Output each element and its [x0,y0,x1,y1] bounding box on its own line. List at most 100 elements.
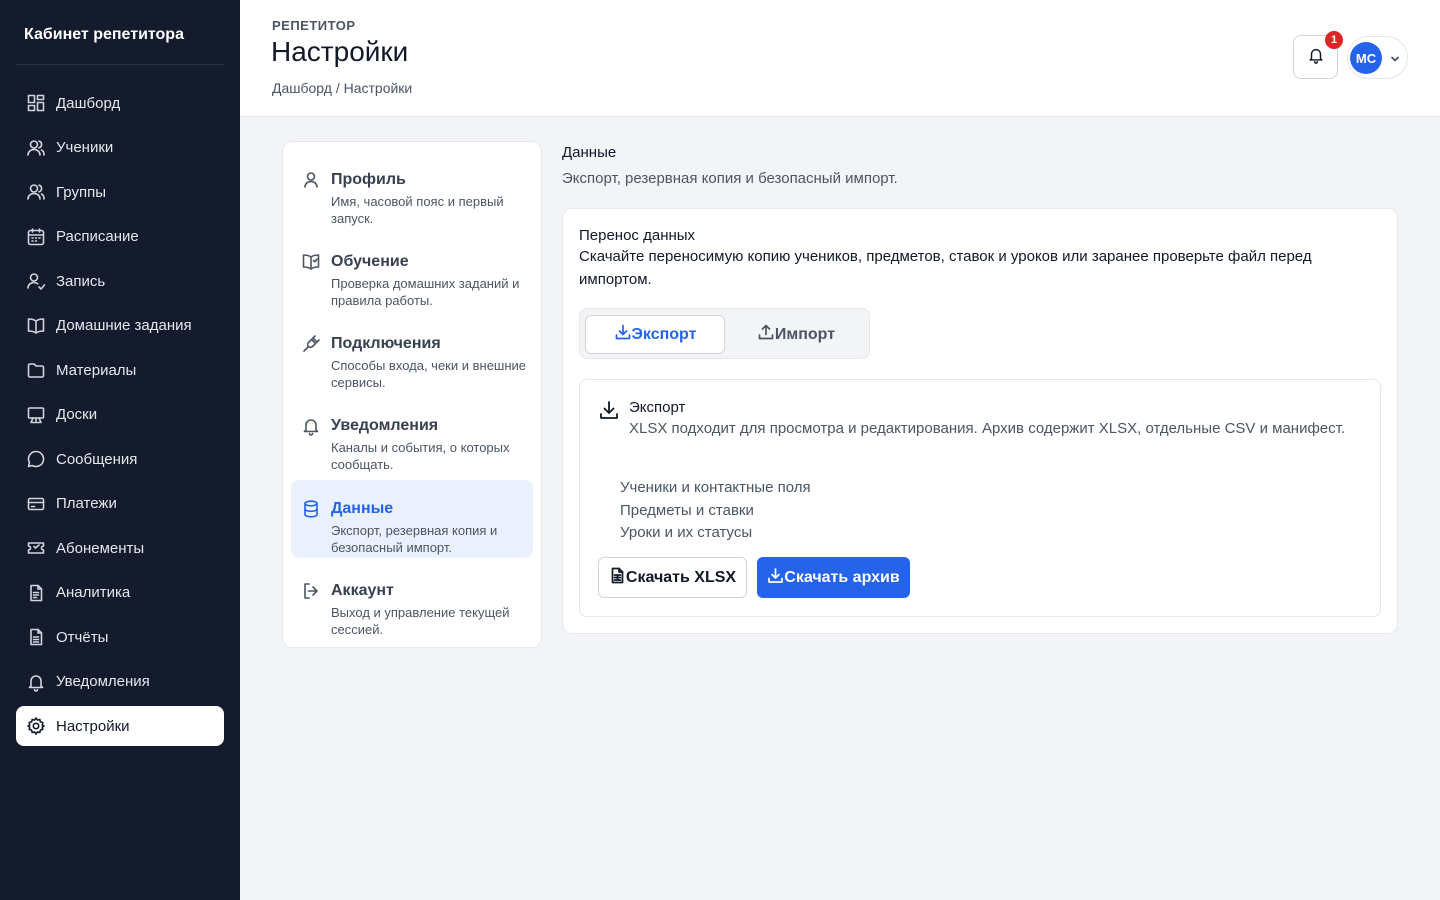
sidebar-item-subscriptions[interactable]: Абонементы [16,528,224,568]
board-icon [26,405,46,425]
sidebar-item-label: Отчёты [56,628,109,646]
settings-item-profile[interactable]: Профиль Имя, часовой пояс и первый запус… [291,151,533,229]
settings-item-desc: Каналы и события, о которых сообщать. [331,440,510,472]
card-desc: Скачайте переносимую копию учеников, пре… [579,248,1312,288]
sidebar-item-settings[interactable]: Настройки [16,706,224,746]
sidebar-item-messages[interactable]: Сообщения [16,439,224,479]
settings-item-title: Подключения [331,335,441,352]
settings-item-data[interactable]: Данные Экспорт, резервная копия и безопа… [291,480,533,558]
list-item: Уроки и их статусы [620,524,753,541]
sidebar-item-reports[interactable]: Отчёты [16,617,224,657]
download-archive-button[interactable]: Скачать архив [757,557,910,598]
data-transfer-card: Перенос данных Скачайте переносимую копи… [562,208,1398,634]
settings-item-learning[interactable]: Обучение Проверка домашних заданий и пра… [291,233,533,311]
download-icon [598,399,620,421]
sidebar-item-homework[interactable]: Домашние задания [16,306,224,346]
sidebar-item-dashboard[interactable]: Дашборд [16,83,224,123]
section-desc: Экспорт, резервная копия и безопасный им… [562,170,898,187]
sidebar-item-label: Дашборд [56,94,121,112]
export-import-toggle: Экспорт Импорт [579,308,870,359]
ticket-icon [26,538,46,558]
settings-item-title: Данные [331,500,394,517]
sidebar: Кабинет репетитора Дашборд Ученики Групп… [0,0,240,900]
settings-item-desc: Способы входа, чеки и внешние сервисы. [331,358,527,390]
gear-icon [26,716,46,736]
sidebar-item-notifications[interactable]: Уведомления [16,662,224,702]
sidebar-item-label: Аналитика [56,584,131,601]
sidebar-item-booking[interactable]: Запись [16,261,224,301]
settings-item-notifications[interactable]: Уведомления Каналы и события, о которых … [291,397,533,475]
settings-item-connections[interactable]: Подключения Способы входа, чеки и внешни… [291,315,533,393]
sidebar-item-groups[interactable]: Группы [16,172,224,212]
settings-item-desc: Проверка домашних заданий и правила рабо… [331,276,520,308]
sidebar-item-materials[interactable]: Материалы [16,350,224,390]
sidebar-item-label: Материалы [56,361,137,379]
book-icon [26,316,46,336]
settings-nav: Профиль Имя, часовой пояс и первый запус… [282,141,542,648]
list-item: Предметы и ставки [620,501,754,519]
export-contents-list: Ученики и контактные поля Предметы и ста… [620,477,811,545]
document-icon [26,583,46,603]
settings-item-title: Уведомления [331,417,439,434]
tab-import-label: Импорт [774,325,836,343]
sidebar-item-label: Расписание [56,228,139,245]
tab-import[interactable]: Импорт [726,315,866,354]
sidebar-item-label: Сообщения [56,450,138,468]
card-icon [26,494,46,514]
bell-icon [26,672,46,692]
sidebar-item-payments[interactable]: Платежи [16,484,224,524]
settings-item-title: Обучение [331,253,409,270]
download-archive-label: Скачать архив [784,568,900,586]
logout-icon [301,581,321,601]
sidebar-item-label: Настройки [56,717,130,735]
users-icon [26,138,46,158]
calendar-icon [26,227,46,247]
sidebar-item-label: Платежи [56,495,117,512]
user-plus-icon [26,271,46,291]
sidebar-item-schedule[interactable]: Расписание [16,217,224,257]
sidebar-item-label: Группы [56,183,106,201]
bell-icon [1307,46,1325,69]
sidebar-item-students[interactable]: Ученики [16,128,224,168]
database-icon [301,499,321,519]
export-title: Экспорт [629,399,686,416]
settings-item-desc: Имя, часовой пояс и первый запуск. [331,194,504,226]
download-xlsx-button[interactable]: Скачать XLSX [598,557,747,598]
sidebar-item-label: Доски [56,406,98,423]
download-icon [614,323,632,346]
sidebar-item-label: Домашние задания [56,317,192,334]
bell-icon [301,416,321,436]
tab-export[interactable]: Экспорт [585,315,725,354]
sidebar-item-label: Запись [56,272,106,290]
list-item: Ученики и контактные поля [620,479,811,496]
tab-export-label: Экспорт [631,325,697,343]
settings-item-account[interactable]: Аккаунт Выход и управление текущей сесси… [291,562,533,640]
sidebar-divider [16,64,224,65]
plug-icon [301,334,321,354]
page-header: РЕПЕТИТОР Настройки Дашборд / Настройки … [240,0,1440,117]
download-xlsx-label: Скачать XLSX [625,568,737,586]
settings-item-desc: Экспорт, резервная копия и безопасный им… [331,523,498,555]
breadcrumb[interactable]: Дашборд / Настройки [272,80,412,96]
page-title: Настройки [271,36,409,67]
sidebar-item-label: Абонементы [56,539,145,557]
page-eyebrow: РЕПЕТИТОР [272,18,356,33]
chevron-down-icon [1389,52,1401,64]
brand-title: Кабинет репетитора [24,26,184,43]
sidebar-nav: Дашборд Ученики Группы Расписание Запись… [16,83,224,751]
settings-item-desc: Выход и управление текущей сессией. [331,605,510,637]
sidebar-item-analytics[interactable]: Аналитика [16,573,224,613]
download-icon [767,567,784,589]
sidebar-item-label: Ученики [56,139,114,156]
settings-item-title: Аккаунт [331,582,394,599]
avatar: MC [1350,42,1382,74]
message-icon [26,449,46,469]
user-menu-button[interactable]: MC [1347,36,1408,79]
book-check-icon [301,252,321,272]
section-title: Данные [562,144,617,161]
upload-icon [757,323,775,346]
file-spreadsheet-icon [609,567,626,589]
sidebar-item-label: Уведомления [56,673,150,690]
dashboard-icon [26,93,46,113]
sidebar-item-boards[interactable]: Доски [16,395,224,435]
